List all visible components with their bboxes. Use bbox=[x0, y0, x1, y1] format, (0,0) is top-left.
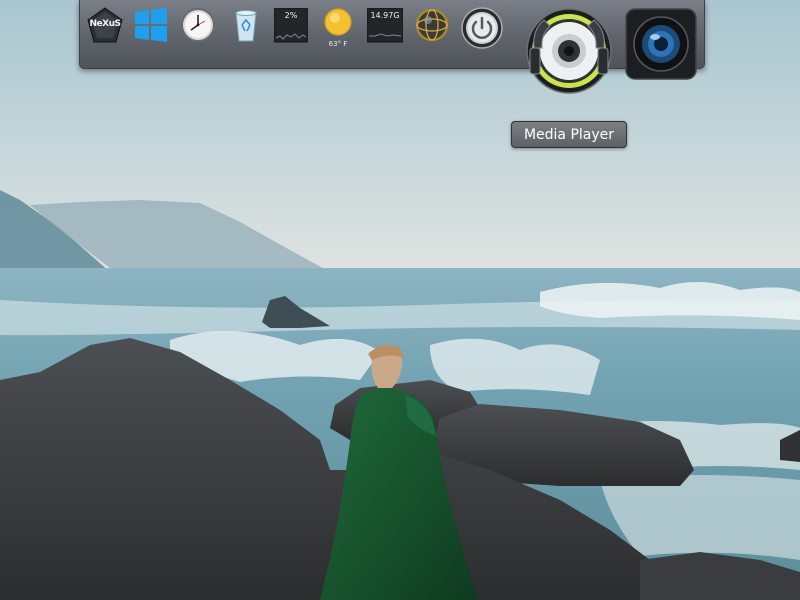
camera-lens-icon bbox=[625, 8, 697, 80]
dock-item-start[interactable] bbox=[133, 7, 169, 47]
dock-item-clock[interactable] bbox=[180, 7, 216, 47]
dock-item-camera[interactable] bbox=[625, 8, 697, 80]
power-icon bbox=[461, 7, 503, 49]
dock-item-weather[interactable]: 63° F bbox=[321, 7, 355, 51]
globe-icon bbox=[415, 8, 449, 42]
dock-item-recycle-bin[interactable] bbox=[228, 7, 264, 47]
recycle-bin-icon bbox=[235, 10, 257, 42]
dock-item-network[interactable] bbox=[414, 7, 450, 47]
dock-item-disk-meter[interactable]: 14.97G bbox=[367, 8, 403, 46]
cpu-meter-value: 2% bbox=[284, 11, 298, 20]
weather-sun-icon bbox=[324, 8, 352, 36]
dock-item-power[interactable] bbox=[461, 7, 503, 49]
wallpaper-photo bbox=[0, 0, 800, 600]
nexus-label: NeXuS bbox=[89, 19, 121, 29]
media-player-tooltip: Media Player bbox=[511, 121, 627, 148]
dock-item-nexus[interactable]: NeXuS bbox=[86, 6, 124, 46]
dock-item-media-player[interactable] bbox=[526, 8, 612, 94]
dock: NeXuS 2% 63° F 14.97G bbox=[79, 0, 705, 94]
disk-meter-value: 14.97G bbox=[370, 11, 400, 20]
media-player-speaker-icon bbox=[526, 8, 612, 94]
clock-icon bbox=[181, 8, 215, 42]
desktop: NeXuS 2% 63° F 14.97G Media Player bbox=[0, 0, 800, 600]
weather-temperature: 63° F bbox=[328, 40, 348, 48]
dock-item-cpu-meter[interactable]: 2% bbox=[274, 8, 308, 46]
windows-logo-icon bbox=[135, 8, 167, 42]
